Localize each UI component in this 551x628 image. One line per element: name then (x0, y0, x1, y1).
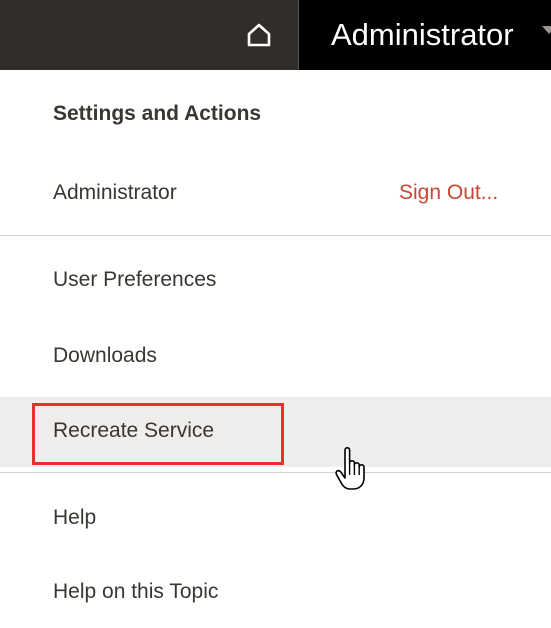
highlight-annotation (32, 403, 284, 465)
menu-item-help[interactable]: Help (0, 484, 551, 554)
chevron-down-icon (542, 26, 551, 34)
menu-item-label: Help on this Topic (53, 580, 219, 603)
hand-pointer-cursor (334, 447, 370, 498)
menu-divider (0, 235, 551, 236)
menu-item-downloads[interactable]: Downloads (0, 322, 551, 392)
user-menu-label: Administrator (331, 17, 514, 52)
menu-item-help-on-this-topic[interactable]: Help on this Topic (0, 558, 551, 628)
home-button[interactable] (222, 0, 296, 70)
home-icon (247, 23, 271, 47)
user-row: Administrator Sign Out... (0, 159, 551, 229)
top-navigation-bar: Administrator (0, 0, 551, 70)
sign-out-link[interactable]: Sign Out... (399, 181, 498, 205)
menu-item-label: Downloads (53, 344, 157, 367)
settings-actions-menu: Settings and Actions Administrator Sign … (0, 70, 551, 616)
menu-item-user-preferences[interactable]: User Preferences (0, 246, 551, 316)
menu-header: Settings and Actions (53, 102, 262, 125)
menu-item-label: Help (53, 506, 97, 529)
menu-item-label: User Preferences (53, 268, 217, 291)
menu-divider (0, 472, 551, 473)
user-name: Administrator (53, 181, 177, 204)
user-menu-button[interactable]: Administrator (298, 0, 551, 70)
